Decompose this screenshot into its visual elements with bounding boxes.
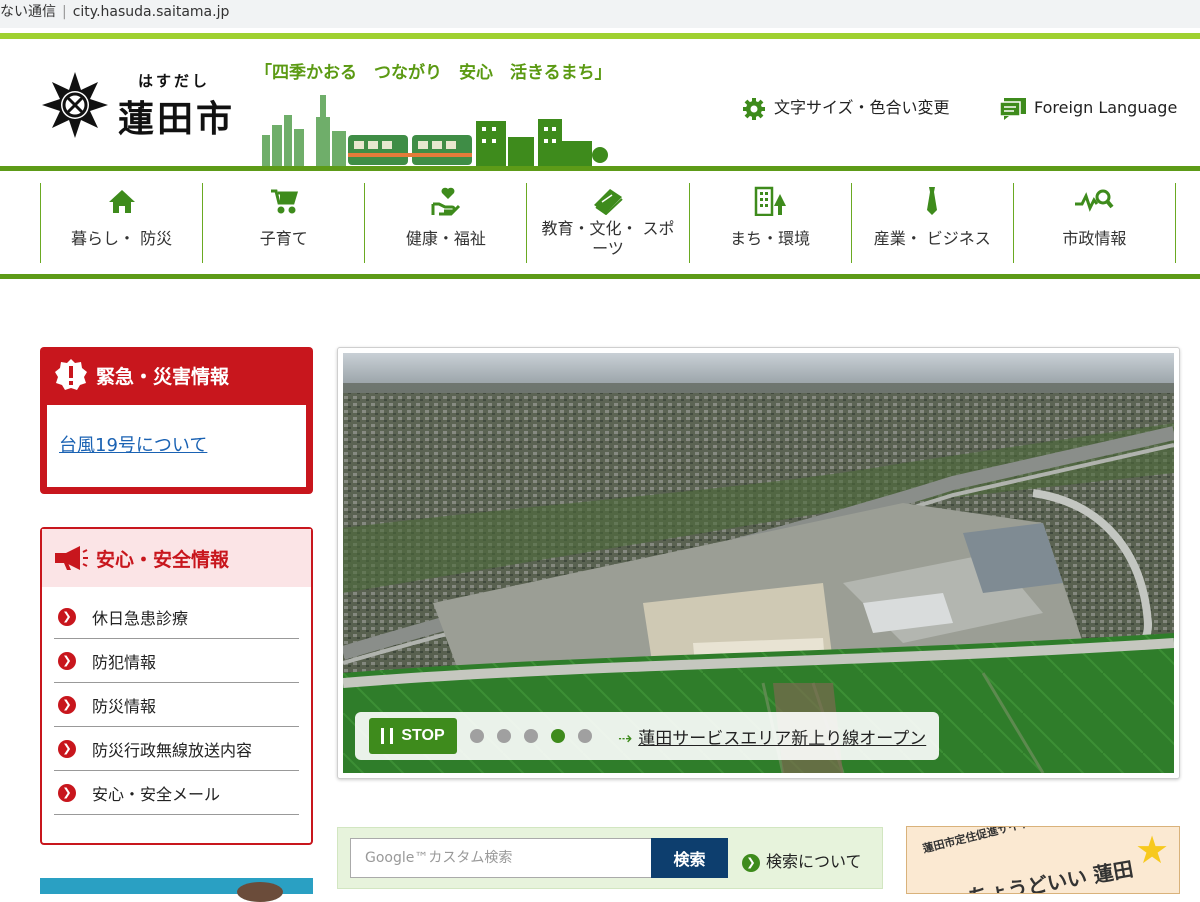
book-icon (593, 189, 623, 215)
safety-link-disaster-prevention[interactable]: ❯ 防災情報 (54, 683, 299, 727)
chevron-right-icon: ❯ (58, 651, 76, 670)
nav-bottom-border (0, 274, 1200, 279)
aerial-service-area-image (343, 353, 1174, 773)
nav-item-label: 市政情報 (1062, 229, 1127, 248)
stroller-icon (270, 189, 298, 214)
safety-panel-title: 安心・安全情報 (96, 548, 230, 571)
city-emblem-icon (42, 72, 108, 138)
slide-dot-1[interactable] (470, 729, 484, 743)
banner-big-text: ちょうどいい 蓮田 (966, 856, 1136, 894)
city-slogan: 「四季かおる つながり 安心 活きるまち」 (255, 63, 612, 83)
logo-ruby-text: はすだし (138, 72, 211, 90)
megaphone-icon (55, 546, 88, 570)
house-icon (108, 190, 135, 213)
chevron-right-icon: ❯ (58, 739, 76, 758)
city-skyline-illustration (262, 95, 608, 167)
nav-item-label: 健康・福祉 (405, 229, 486, 248)
safety-link-list: ❯ 休日急患診療 ❯ 防犯情報 ❯ 防災情報 ❯ 防災行政無線放送内容 ❯ 安心・安全メー… (54, 595, 299, 815)
emergency-panel-title: 緊急・災害情報 (96, 365, 230, 388)
nav-item-health-welfare[interactable]: 健康・福祉 (364, 183, 526, 263)
hero-aerial-photo (343, 353, 1174, 773)
slide-caption-link[interactable]: ⇢ 蓮田サービスエリア新上り線オープン (618, 724, 926, 749)
nav-item-label: 教育・文化・ スポーツ (541, 219, 675, 258)
safety-link-radio-broadcast[interactable]: ❯ 防災行政無線放送内容 (54, 727, 299, 771)
nav-item-childcare[interactable]: 子育て (202, 183, 364, 263)
search-help-label: 検索について (766, 852, 862, 871)
emergency-panel-body: 台風19号について (47, 405, 306, 487)
slideshow-stop-button[interactable]: STOP (369, 718, 457, 754)
star-icon: ★ (1135, 828, 1170, 872)
chevron-right-icon: ❯ (58, 783, 76, 802)
nav-item-label: 子育て (259, 229, 308, 248)
search-input[interactable] (350, 838, 652, 878)
mayor-photo (237, 882, 283, 902)
emergency-disaster-panel: 緊急・災害情報 台風19号について (40, 347, 313, 494)
alert-icon (55, 359, 87, 390)
heart-hand-icon (431, 187, 460, 216)
slide-dot-4[interactable] (551, 729, 565, 743)
safety-link-safety-mail[interactable]: ❯ 安心・安全メール (54, 771, 299, 815)
settlement-promotion-banner[interactable]: 蓮田市定住促進サイト ちょうどいい 蓮田 ★ (906, 826, 1180, 894)
stop-label: STOP (401, 727, 445, 744)
list-item-label: 防災情報 (92, 696, 157, 716)
building-tree-icon (754, 186, 787, 216)
logo-city-name: 蓮田市 (118, 99, 236, 140)
arrow-right-icon: ⇢ (618, 728, 633, 749)
url-text[interactable]: city.hasuda.saitama.jp (73, 4, 230, 20)
list-item-label: 安心・安全メール (92, 784, 221, 804)
search-help-link[interactable]: ❯ 検索について (742, 848, 862, 872)
browser-address-bar[interactable]: ない通信 | city.hasuda.saitama.jp (0, 0, 1200, 28)
necktie-icon (927, 187, 938, 215)
nav-item-label: 産業・ ビジネス (873, 229, 991, 248)
global-navigation: 暮らし・ 防災 子育て 健康・福祉 教育・文化・ スポーツ まち・環境 産業・ … (40, 183, 1176, 263)
nav-item-label: まち・環境 (730, 229, 811, 248)
site-search: 検索 ❯ 検索について (337, 827, 883, 889)
slide-dot-2[interactable] (497, 729, 511, 743)
nav-item-industry-business[interactable]: 産業・ ビジネス (850, 183, 1013, 263)
nav-item-city-administration[interactable]: 市政情報 (1012, 183, 1176, 263)
text-size-color-button[interactable]: 文字サイズ・色合い変更 (742, 96, 950, 120)
security-status-text: ない通信 (0, 4, 56, 20)
pause-icon (381, 728, 394, 744)
text-size-color-label: 文字サイズ・色合い変更 (774, 98, 950, 117)
nav-item-town-environment[interactable]: まち・環境 (688, 183, 851, 263)
banner-small-text: 蓮田市定住促進サイト (921, 826, 1032, 856)
foreign-language-label: Foreign Language (1034, 98, 1178, 117)
safety-panel-header: 安心・安全情報 (42, 529, 311, 587)
nav-top-border (0, 166, 1200, 171)
chevron-right-icon: ❯ (58, 607, 76, 626)
list-item-label: 休日急患診療 (92, 608, 189, 628)
safety-link-holiday-emergency-clinic[interactable]: ❯ 休日急患診療 (54, 595, 299, 639)
typhoon-19-link[interactable]: 台風19号について (59, 435, 207, 456)
slideshow-controls: STOP ⇢ 蓮田サービスエリア新上り線オープン (355, 712, 939, 760)
speech-bubble-icon (999, 97, 1026, 120)
top-accent-stripe (0, 33, 1200, 39)
nav-item-living-disaster[interactable]: 暮らし・ 防災 (40, 183, 202, 263)
address-separator: | (62, 4, 67, 20)
foreign-language-button[interactable]: Foreign Language (998, 96, 1177, 120)
safety-link-crime-prevention[interactable]: ❯ 防犯情報 (54, 639, 299, 683)
chevron-right-icon: ❯ (742, 853, 760, 872)
site-logo[interactable]: はすだし 蓮田市 (40, 70, 250, 140)
chevron-right-icon: ❯ (58, 695, 76, 714)
hero-slideshow: STOP ⇢ 蓮田サービスエリア新上り線オープン (337, 347, 1180, 779)
emergency-panel-header: 緊急・災害情報 (40, 347, 313, 403)
nav-item-label: 暮らし・ 防災 (71, 229, 173, 248)
search-button[interactable]: 検索 (651, 838, 728, 878)
slide-dot-5[interactable] (578, 729, 592, 743)
safety-info-panel: 安心・安全情報 ❯ 休日急患診療 ❯ 防犯情報 ❯ 防災情報 ❯ 防災行政無線放送内容 … (40, 527, 313, 845)
list-item-label: 防災行政無線放送内容 (92, 740, 253, 760)
graph-magnifier-icon (1075, 189, 1114, 212)
slide-dot-3[interactable] (524, 729, 538, 743)
mayor-banner[interactable] (40, 878, 313, 902)
list-item-label: 防犯情報 (92, 652, 157, 672)
nav-item-education-culture-sports[interactable]: 教育・文化・ スポーツ (526, 183, 688, 263)
slide-caption-text: 蓮田サービスエリア新上り線オープン (638, 728, 927, 749)
gear-icon (743, 97, 765, 120)
